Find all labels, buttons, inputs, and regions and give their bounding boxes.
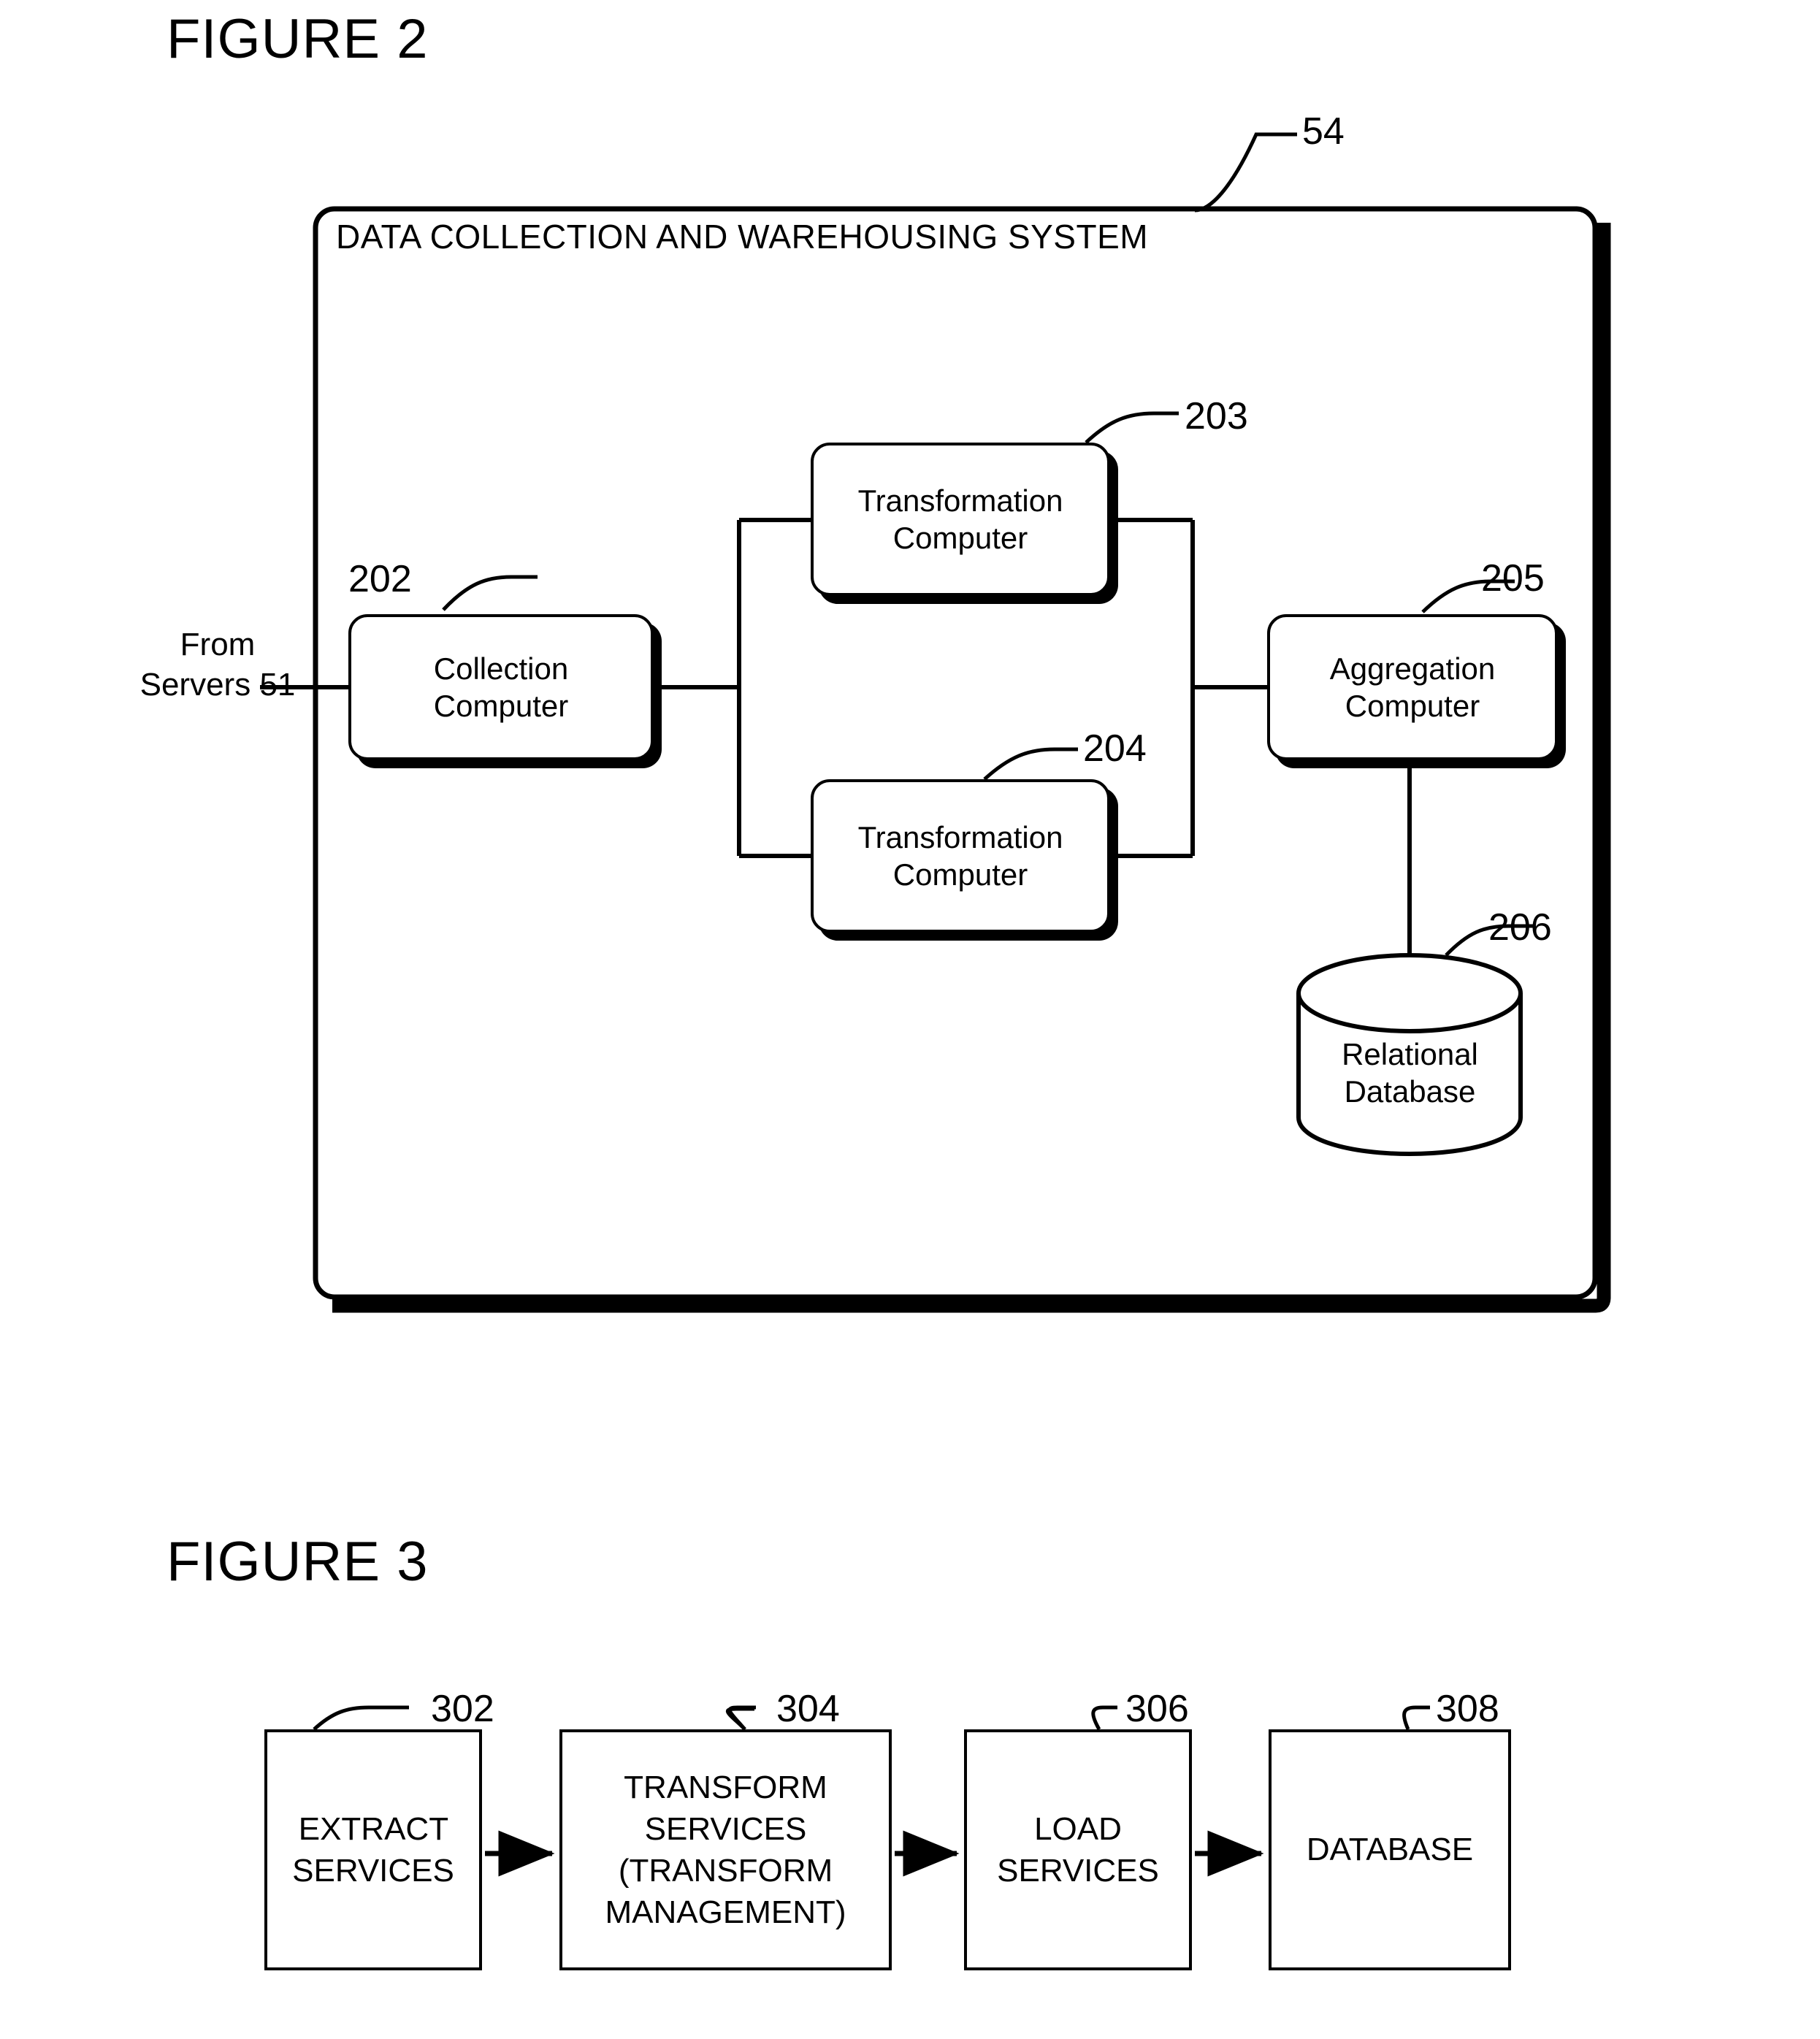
database-box-line1: DATABASE [1306, 1832, 1474, 1868]
ref-numeral-205: 205 [1481, 557, 1545, 600]
collection-computer-node[interactable]: Collection Computer [348, 614, 654, 760]
from-servers-label: From Servers 51 [130, 624, 305, 705]
ref-numeral-204: 204 [1083, 727, 1147, 770]
transformation-computer-204-line1: Transformation [857, 819, 1063, 854]
lead-line-54 [1194, 132, 1297, 213]
collection-computer-line2: Computer [433, 689, 569, 723]
transformation-computer-203-line1: Transformation [857, 483, 1063, 518]
transformation-computer-204-node[interactable]: Transformation Computer [811, 779, 1110, 933]
lead-line-202 [442, 575, 538, 611]
patent-drawing-sheet: FIGURE 2 DATA COLLECTION AND WAREHOUSING… [0, 0, 1820, 2039]
relational-database-node[interactable]: Relational Database [1299, 949, 1521, 1168]
from-servers-line2: Servers [139, 667, 251, 703]
database-box[interactable]: DATABASE [1269, 1729, 1511, 1970]
aggregation-computer-line1: Aggregation [1329, 651, 1496, 686]
relational-database-line2: Database [1344, 1074, 1476, 1109]
lead-line-204 [983, 747, 1078, 781]
ref-numeral-206: 206 [1488, 906, 1552, 949]
ref-numeral-54: 54 [1302, 110, 1345, 153]
transformation-computer-203-node[interactable]: Transformation Computer [811, 443, 1110, 596]
extract-services-box[interactable]: EXTRACT SERVICES [264, 1729, 482, 1970]
lead-line-304b [727, 1705, 756, 1731]
ref-numeral-308: 308 [1436, 1688, 1499, 1730]
system-box-title: DATA COLLECTION AND WAREHOUSING SYSTEM [336, 218, 1149, 256]
aggregation-computer-line2: Computer [1345, 689, 1480, 723]
ref-numeral-304: 304 [776, 1688, 840, 1730]
relational-database-label: Relational Database [1299, 1036, 1521, 1110]
transform-services-line3: (TRANSFORM [618, 1853, 833, 1889]
from-servers-line1: From [180, 627, 256, 662]
lead-line-304 [725, 1707, 754, 1731]
transformation-computer-204-line2: Computer [892, 857, 1028, 892]
load-services-line1: LOAD [1034, 1810, 1122, 1847]
transform-services-line1: TRANSFORM [624, 1769, 827, 1805]
lead-line-306 [1091, 1705, 1117, 1731]
ref-numeral-306: 306 [1125, 1688, 1189, 1730]
lead-line-308 [1402, 1705, 1430, 1730]
load-services-line2: SERVICES [997, 1853, 1159, 1889]
ref-numeral-203: 203 [1185, 395, 1248, 437]
lead-line-203 [1085, 411, 1179, 444]
transformation-computer-203-line2: Computer [892, 521, 1028, 555]
lead-line-302 [313, 1705, 409, 1731]
extract-services-line2: SERVICES [292, 1853, 454, 1889]
transform-services-line2: SERVICES [644, 1810, 807, 1847]
figure-3-title: FIGURE 3 [167, 1531, 429, 1593]
extract-services-line1: EXTRACT [298, 1810, 448, 1847]
collection-computer-line1: Collection [433, 651, 569, 686]
from-servers-line3: 51 [259, 667, 296, 703]
figure-2-title: FIGURE 2 [167, 8, 429, 70]
transform-services-line4: MANAGEMENT) [605, 1894, 846, 1931]
aggregation-computer-node[interactable]: Aggregation Computer [1267, 614, 1558, 760]
relational-database-line1: Relational [1342, 1037, 1478, 1071]
ref-numeral-302: 302 [431, 1688, 494, 1730]
transform-services-box[interactable]: TRANSFORM SERVICES (TRANSFORM MANAGEMENT… [559, 1729, 892, 1970]
load-services-box[interactable]: LOAD SERVICES [964, 1729, 1192, 1970]
ref-numeral-202: 202 [348, 558, 412, 600]
